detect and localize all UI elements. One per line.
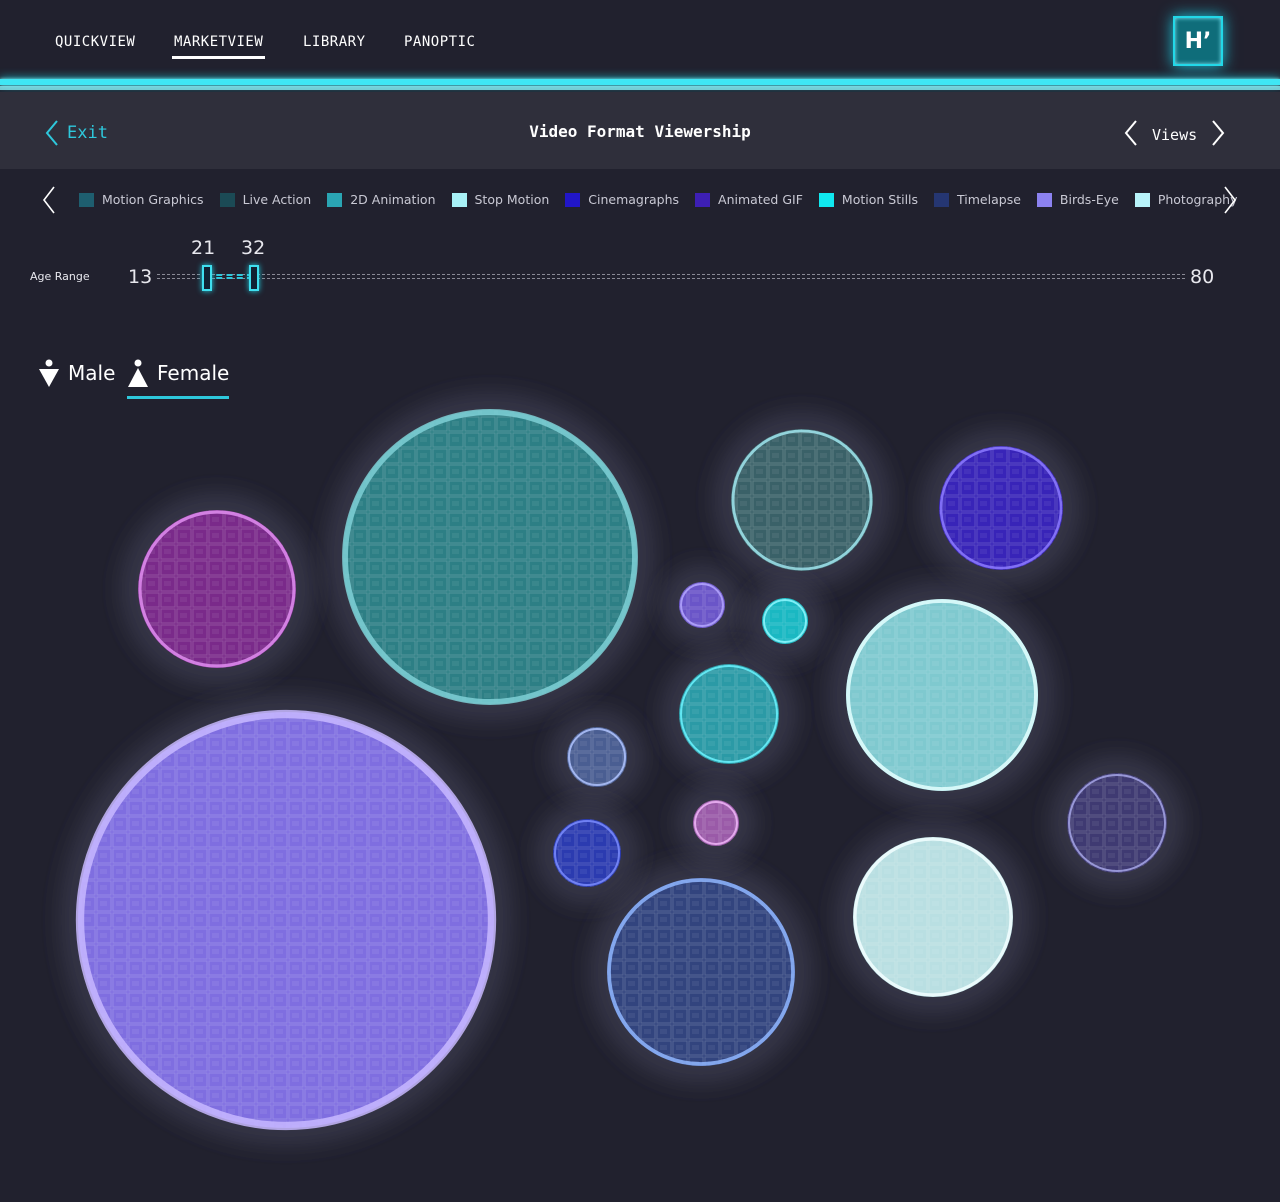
- bubble-2d-animation-large[interactable]: [325, 392, 655, 722]
- bubble-small-pink[interactable]: [675, 782, 757, 864]
- bubble-thumbnail-grid: [762, 598, 808, 644]
- bubble-stop-motion[interactable]: [828, 581, 1056, 809]
- bubble-thumbnail-grid: [679, 664, 779, 764]
- bubble-photography[interactable]: [835, 819, 1031, 1015]
- bubble-small-slate[interactable]: [549, 709, 645, 805]
- bubble-birds-eye-large[interactable]: [60, 694, 512, 1146]
- bubble-small-navy[interactable]: [535, 801, 639, 905]
- bubble-animated-gif-magenta[interactable]: [120, 492, 314, 686]
- bubble-thumbnail-grid: [939, 446, 1063, 570]
- bubble-small-purple-right[interactable]: [1049, 755, 1185, 891]
- bubble-small-violet[interactable]: [661, 564, 743, 646]
- bubble-thumbnail-grid: [553, 819, 621, 887]
- bubble-thumbnail-grid: [567, 727, 627, 787]
- bubble-motion-graphics[interactable]: [661, 646, 797, 782]
- bubble-thumbnail-grid: [693, 800, 739, 846]
- bubble-timelapse[interactable]: [589, 860, 813, 1084]
- bubble-thumbnail-grid: [1067, 773, 1167, 873]
- bubble-thumbnail-grid: [679, 582, 725, 628]
- bubble-live-action[interactable]: [713, 411, 891, 589]
- bubble-motion-stills[interactable]: [744, 580, 826, 662]
- bubble-chart: [60, 392, 1185, 1146]
- bubble-cinemagraphs[interactable]: [921, 428, 1081, 588]
